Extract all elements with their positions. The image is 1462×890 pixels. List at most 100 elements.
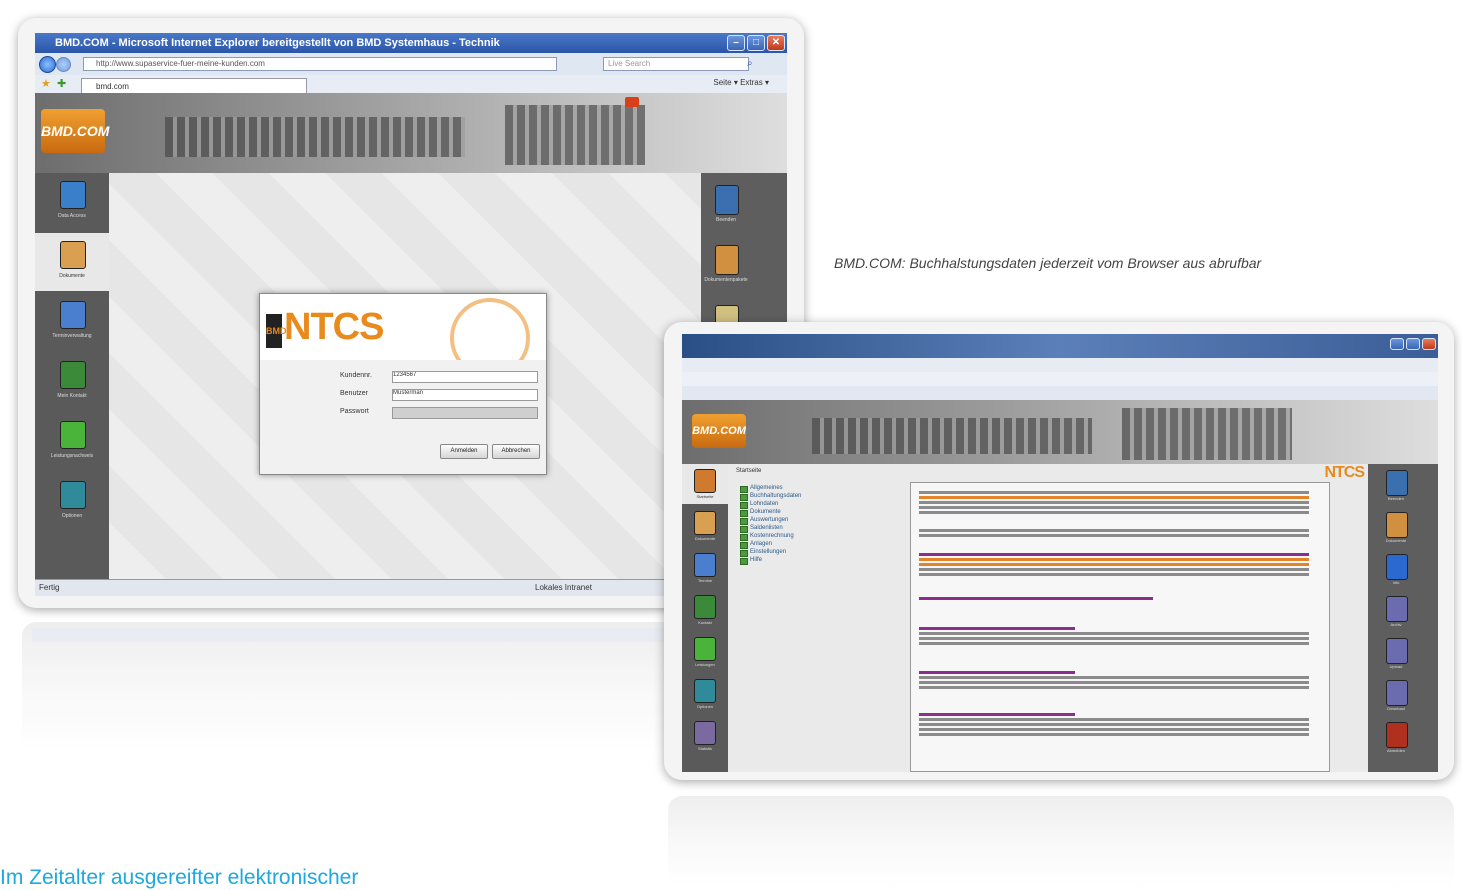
- portal-panel-title: Startseite: [736, 468, 762, 474]
- login-cancel-button[interactable]: Abbrechen: [492, 444, 540, 459]
- customer-number-field[interactable]: 1234567: [392, 371, 538, 383]
- portal-sidebar-item[interactable]: Startseite: [682, 464, 728, 504]
- right-panel-label: Dokumentenpakete: [704, 277, 748, 283]
- sidebar-item[interactable]: Terminverwaltung: [35, 293, 109, 351]
- sidebar-item-icon: [60, 301, 86, 329]
- tree-item[interactable]: Saldenlisten: [738, 524, 801, 533]
- bmd-logo: BMD.COM: [41, 109, 109, 153]
- search-input[interactable]: Live Search: [603, 57, 749, 71]
- portal-right-icon[interactable]: [1386, 722, 1408, 748]
- sidebar-item-label: Data Access: [58, 213, 86, 219]
- sidebar-item[interactable]: Leistungsnachweis: [35, 413, 109, 471]
- portal-favorites-bar: [682, 372, 1438, 387]
- tab-bmd[interactable]: bmd.com: [81, 78, 307, 94]
- page-tools-menu[interactable]: Seite ▾ Extras ▾: [713, 78, 769, 87]
- password-field[interactable]: [392, 407, 538, 419]
- portal-sidebar-icon: [694, 595, 716, 619]
- screenshot-portal-frame: BMD.COM Startseite Dokumente Termine Kontak…: [664, 322, 1454, 780]
- ntcs-bmd-badge: BMD: [266, 314, 287, 348]
- login-dialog-header: BMD NTCS: [260, 294, 546, 360]
- maximize-button[interactable]: □: [747, 35, 765, 51]
- portal-sidebar-item[interactable]: Kontakt: [682, 590, 728, 630]
- portal-tab-bar: [682, 386, 1438, 401]
- sidebar-item-icon: [60, 481, 86, 509]
- sidebar-item[interactable]: Optionen: [35, 473, 109, 531]
- portal-sidebar-item[interactable]: Termine: [682, 548, 728, 588]
- tree-item[interactable]: Buchhaltungsdaten: [738, 492, 801, 501]
- portal-right-label: Archiv: [1390, 622, 1402, 627]
- forward-icon[interactable]: [56, 57, 71, 72]
- site-banner: BMD.COM: [35, 93, 787, 173]
- right-panel-icon[interactable]: [715, 245, 739, 275]
- browser-window-portal: BMD.COM Startseite Dokumente Termine Kontak…: [682, 334, 1438, 772]
- window-title-bar: BMD.COM - Microsoft Internet Explorer be…: [35, 33, 787, 53]
- main-sidebar: Data Access Dokumente Terminverwaltung Mein…: [35, 173, 109, 579]
- portal-right-icon[interactable]: [1386, 680, 1408, 706]
- portal-sidebar-item[interactable]: Dokumente: [682, 506, 728, 546]
- zone-text: Lokales Intranet: [535, 583, 592, 592]
- banner-red-icon: [625, 97, 639, 107]
- portal-right-label: Dokumente: [1385, 538, 1407, 543]
- username-field[interactable]: Musterman: [392, 389, 538, 401]
- portal-right-icon[interactable]: [1386, 512, 1408, 538]
- globe-icon: [450, 298, 530, 360]
- tree-item[interactable]: Auswertungen: [738, 516, 801, 525]
- portal-sidebar-icon: [694, 679, 716, 703]
- sidebar-item-label: Mein Kontakt: [57, 393, 87, 399]
- sidebar-item-icon: [60, 421, 86, 449]
- portal-sidebar-icon: [694, 469, 716, 493]
- add-favorites-icon[interactable]: ✚: [57, 77, 66, 90]
- portal-article: [910, 482, 1330, 772]
- window-title: BMD.COM - Microsoft Internet Explorer be…: [55, 37, 500, 49]
- portal-address-bar: [682, 358, 1438, 373]
- sidebar-item-label: Optionen: [61, 513, 83, 519]
- minimize-button[interactable]: –: [727, 35, 745, 51]
- portal-sidebar-item[interactable]: Leistungen: [682, 632, 728, 672]
- portal-ntcs-logo: NTCS: [1324, 464, 1365, 481]
- sidebar-item[interactable]: Dokumente: [35, 233, 109, 291]
- sidebar-item-icon: [60, 181, 86, 209]
- portal-sidebar-item[interactable]: Statistik: [682, 716, 728, 756]
- login-ok-button[interactable]: Anmelden: [440, 444, 488, 459]
- portal-right-icon[interactable]: [1386, 596, 1408, 622]
- sidebar-item[interactable]: Data Access: [35, 173, 109, 231]
- portal-maximize-button[interactable]: [1406, 338, 1420, 350]
- portal-nav-tree: Allgemeines Buchhaltungsdaten Lohndaten Dok…: [738, 484, 801, 565]
- sidebar-item-icon: [60, 241, 86, 269]
- portal-sidebar-item[interactable]: Optionen: [682, 674, 728, 714]
- right-panel-icon[interactable]: [715, 185, 739, 215]
- content-area: BMD NTCS Kundennr. 1234567 Benutzer Musterm…: [109, 173, 701, 579]
- tree-item[interactable]: Dokumente: [738, 508, 801, 517]
- tree-item[interactable]: Kostenrechnung: [738, 532, 801, 541]
- portal-right-label: Beenden: [1387, 496, 1404, 501]
- portal-right-label: Download: [1387, 706, 1405, 711]
- tree-item[interactable]: Anlagen: [738, 540, 801, 549]
- sidebar-item[interactable]: Mein Kontakt: [35, 353, 109, 411]
- tree-item[interactable]: Lohndaten: [738, 500, 801, 509]
- search-icon[interactable]: ⌕: [747, 58, 753, 69]
- sidebar-item-label: Dokumente: [59, 273, 85, 279]
- login-field-label: Kundennr.: [340, 372, 372, 379]
- url-input[interactable]: http://www.supaservice-fuer-meine-kunden…: [83, 57, 557, 71]
- portal-right-icon[interactable]: [1386, 638, 1408, 664]
- right-panel-label: Beenden: [715, 217, 737, 223]
- portal-sidebar-icon: [694, 511, 716, 535]
- portal-minimize-button[interactable]: [1390, 338, 1404, 350]
- sidebar-item-icon: [60, 361, 86, 389]
- back-icon[interactable]: [39, 56, 56, 73]
- portal-sidebar-label: Startseite: [696, 494, 714, 499]
- tree-item[interactable]: Allgemeines: [738, 484, 801, 493]
- favorites-star-icon[interactable]: ★: [41, 77, 51, 90]
- portal-banner: BMD.COM: [682, 400, 1438, 464]
- close-button[interactable]: ✕: [767, 35, 785, 51]
- portal-right-label: Abmelden: [1386, 748, 1405, 753]
- portal-right-label: Upload: [1389, 664, 1403, 669]
- portal-right-icon[interactable]: [1386, 470, 1408, 496]
- portal-close-button[interactable]: [1422, 338, 1436, 350]
- portal-right-icon[interactable]: [1386, 554, 1408, 580]
- portal-bmd-logo: BMD.COM: [692, 414, 746, 448]
- portal-sidebar-label: Kontakt: [698, 620, 712, 625]
- tree-item[interactable]: Einstellungen: [738, 548, 801, 557]
- portal-sidebar-icon: [694, 553, 716, 577]
- tree-item[interactable]: Hilfe: [738, 556, 801, 565]
